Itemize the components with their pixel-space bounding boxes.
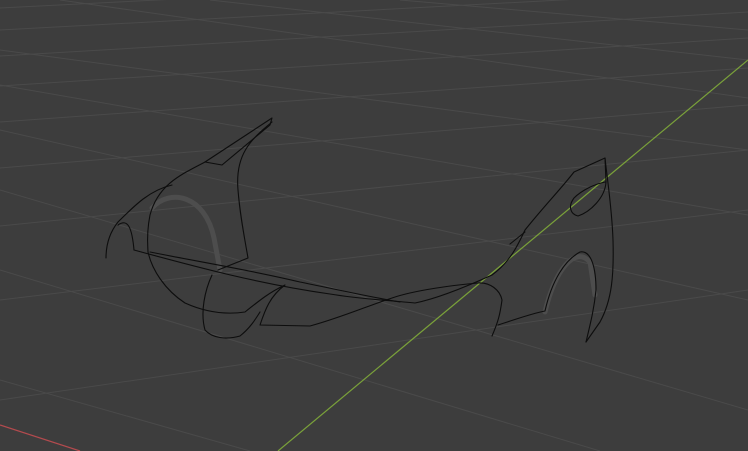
- 3d-viewport[interactable]: [0, 0, 748, 451]
- viewport-canvas[interactable]: [0, 0, 748, 451]
